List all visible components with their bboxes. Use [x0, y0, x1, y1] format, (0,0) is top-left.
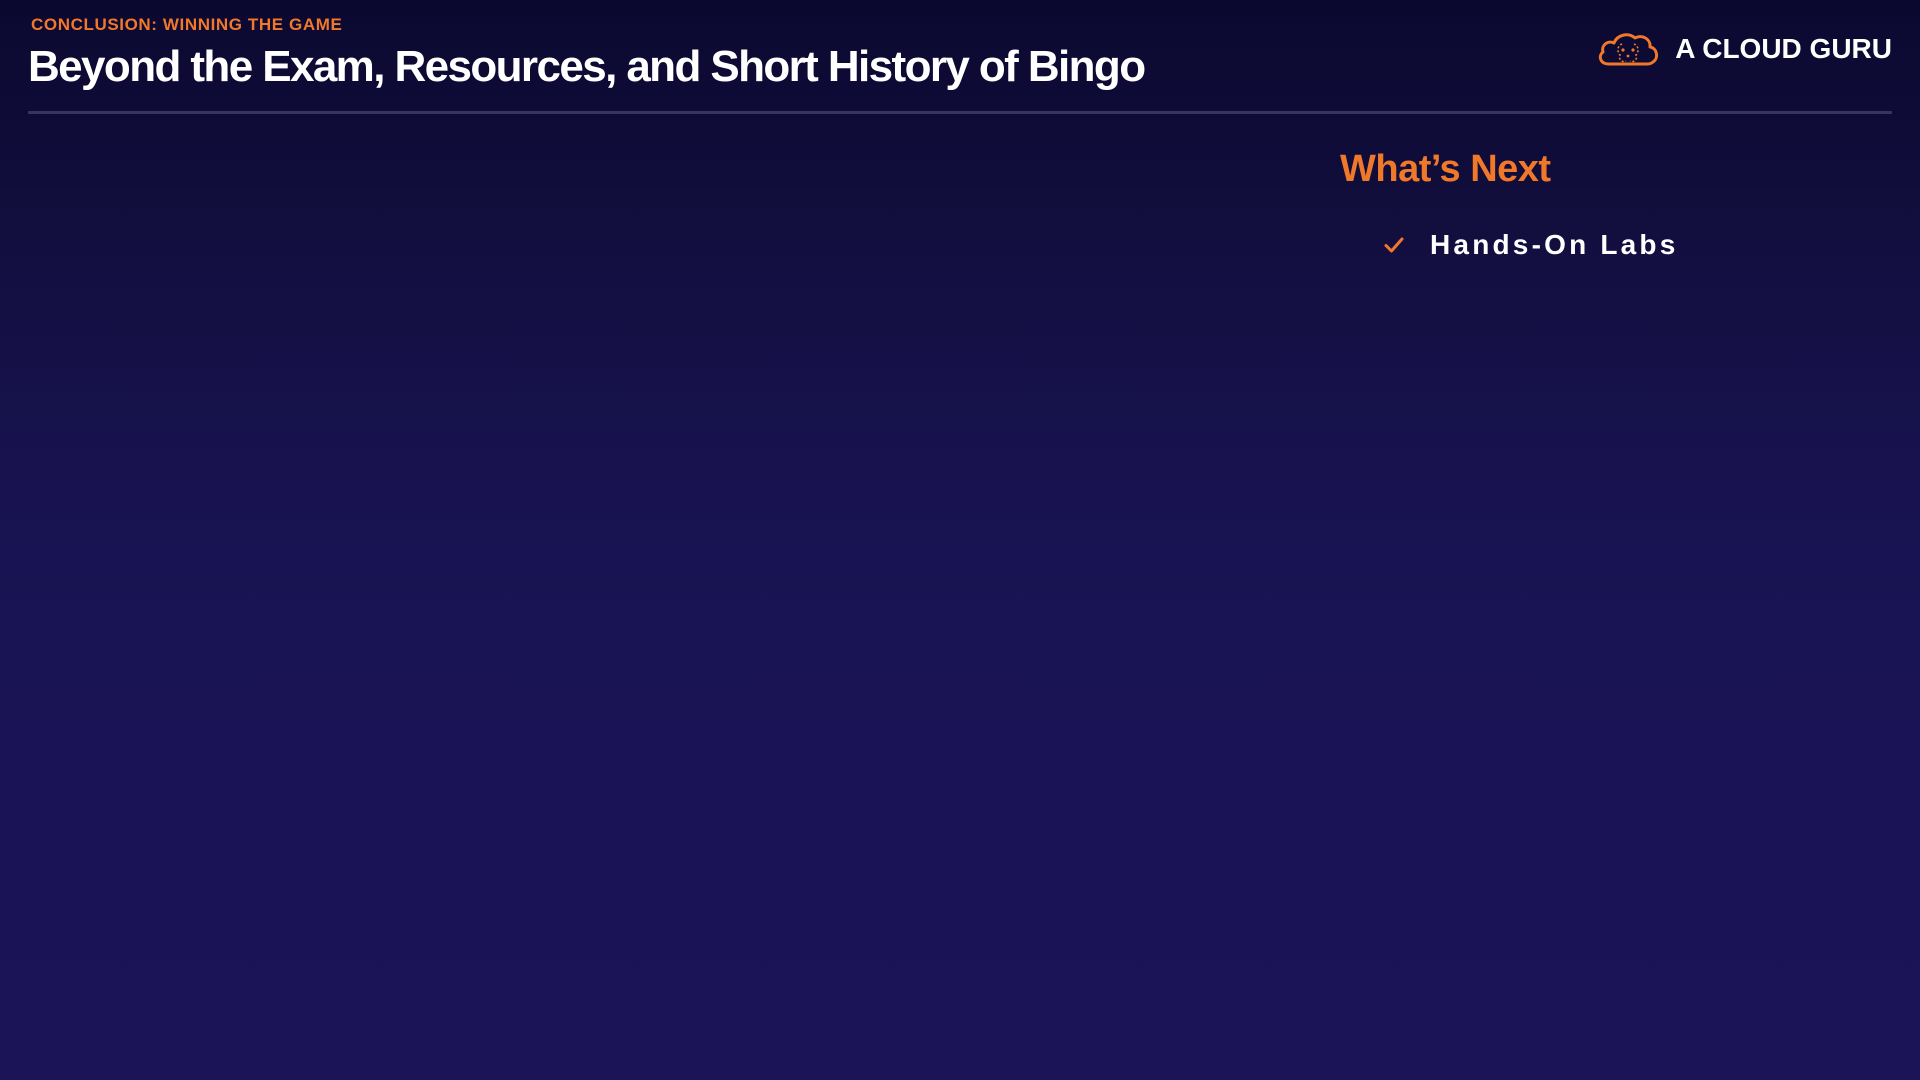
section-eyebrow: CONCLUSION: WINNING THE GAME	[31, 15, 343, 34]
header-divider	[28, 111, 1892, 114]
whats-next-heading: What’s Next	[1340, 148, 1551, 190]
check-icon	[1384, 237, 1404, 253]
slide-title: Beyond the Exam, Resources, and Short Hi…	[28, 42, 1146, 91]
whats-next-panel: What’s Next Hands-On Labs	[1340, 148, 1880, 265]
brand-name: A CLOUD GURU	[1675, 33, 1892, 64]
brand-logo: A CLOUD GURU	[1595, 28, 1892, 70]
list-item: Hands-On Labs	[1340, 225, 1880, 265]
slide: CONCLUSION: WINNING THE GAME Beyond the …	[0, 0, 1920, 1080]
whats-next-list: Hands-On Labs	[1340, 225, 1880, 265]
cloud-brain-icon	[1599, 33, 1659, 66]
list-item-label: Hands-On Labs	[1430, 229, 1679, 260]
